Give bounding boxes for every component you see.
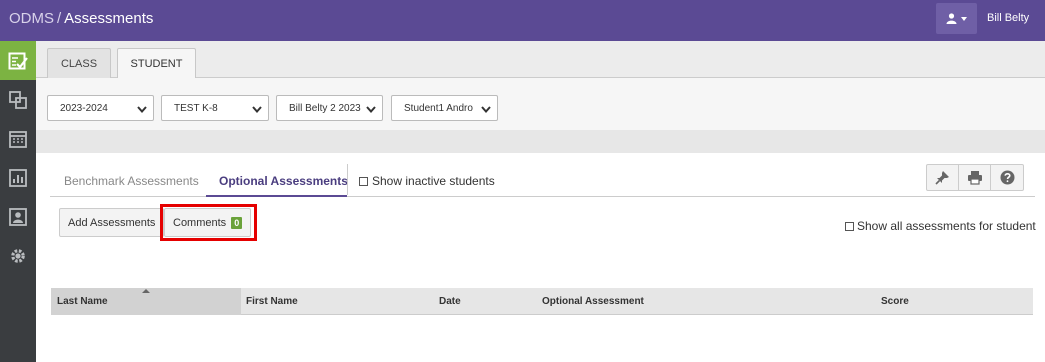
calendar-icon — [9, 130, 27, 148]
sidebar-item-reports[interactable] — [0, 158, 36, 197]
bar-chart-icon — [9, 168, 27, 187]
select-value: TEST K-8 — [174, 102, 218, 114]
user-icon — [946, 13, 957, 24]
filter-bar: 2023-2024 TEST K-8 Bill Belty 2 2023 Stu… — [36, 78, 1045, 130]
toolbar — [926, 164, 1024, 191]
student-select[interactable]: Student1 Andro — [391, 95, 498, 121]
school-select[interactable]: TEST K-8 — [161, 95, 269, 121]
sidebar-item-students[interactable] — [0, 197, 36, 236]
tab-divider — [347, 164, 348, 195]
user-menu-button[interactable] — [936, 3, 977, 34]
chevron-down-icon — [364, 102, 378, 116]
section-divider — [36, 130, 1045, 153]
sidebar-item-assessments[interactable] — [0, 41, 36, 80]
chevron-down-icon — [135, 102, 149, 116]
tab-optional-assessments[interactable]: Optional Assessments — [219, 174, 348, 188]
column-header-first-name[interactable]: First Name — [246, 296, 298, 307]
top-tabs: CLASS STUDENT — [36, 41, 1045, 79]
select-value: Student1 Andro — [404, 102, 473, 114]
print-button[interactable] — [959, 165, 991, 190]
sidebar-item-copy[interactable] — [0, 80, 36, 119]
sidebar-nav — [0, 41, 36, 362]
user-name[interactable]: Bill Belty — [987, 12, 1029, 24]
pin-icon — [935, 171, 949, 185]
show-all-assessments-checkbox[interactable] — [845, 221, 854, 231]
show-all-assessments-label: Show all assessments for student — [857, 219, 1036, 233]
breadcrumb: ODMS / Assessments — [9, 10, 153, 27]
breadcrumb-separator: / — [57, 10, 62, 27]
show-inactive-checkbox[interactable] — [359, 176, 368, 186]
active-tab-indicator — [206, 195, 347, 197]
sort-ascending-icon — [142, 289, 150, 293]
column-header-optional-assessment[interactable]: Optional Assessment — [542, 296, 644, 307]
tab-class[interactable]: CLASS — [47, 48, 111, 79]
column-header-score[interactable]: Score — [881, 296, 909, 307]
show-inactive-toggle[interactable]: Show inactive students — [359, 174, 495, 188]
assessment-check-icon — [8, 52, 28, 69]
help-button[interactable] — [991, 165, 1023, 190]
add-assessments-button[interactable]: Add Assessments — [59, 208, 165, 237]
column-header-date[interactable]: Date — [439, 296, 461, 307]
page-title: Assessments — [64, 10, 154, 27]
show-inactive-label: Show inactive students — [372, 174, 495, 188]
gear-icon — [11, 248, 25, 263]
tab-student[interactable]: STUDENT — [117, 48, 196, 79]
main-content: CLASS STUDENT 2023-2024 TEST K-8 Bill Be… — [36, 41, 1045, 362]
highlight-annotation — [160, 204, 257, 241]
tab-benchmark-assessments[interactable]: Benchmark Assessments — [64, 174, 199, 188]
show-all-assessments-toggle[interactable]: Show all assessments for student — [845, 219, 1036, 233]
assessments-table-header: Last Name First Name Date Optional Asses… — [51, 288, 1033, 315]
help-icon — [1000, 170, 1014, 185]
add-assessments-label: Add Assessments — [68, 216, 156, 229]
select-value: Bill Belty 2 2023 — [289, 102, 361, 114]
assessment-tabs: Benchmark Assessments Optional Assessmen… — [50, 164, 1035, 197]
caret-down-icon — [961, 16, 967, 21]
sidebar-item-settings[interactable] — [0, 236, 36, 275]
column-header-last-name[interactable]: Last Name — [57, 296, 108, 307]
pin-button[interactable] — [927, 165, 959, 190]
copy-icon — [9, 90, 27, 109]
class-select[interactable]: Bill Belty 2 2023 — [276, 95, 383, 121]
top-header: ODMS / Assessments Bill Belty — [0, 0, 1045, 41]
app-name[interactable]: ODMS — [9, 10, 54, 27]
school-year-select[interactable]: 2023-2024 — [47, 95, 154, 121]
print-icon — [967, 171, 982, 185]
chevron-down-icon — [479, 102, 493, 116]
sidebar-item-calendar[interactable] — [0, 119, 36, 158]
select-value: 2023-2024 — [60, 102, 108, 114]
person-card-icon — [9, 207, 27, 226]
chevron-down-icon — [250, 102, 264, 116]
